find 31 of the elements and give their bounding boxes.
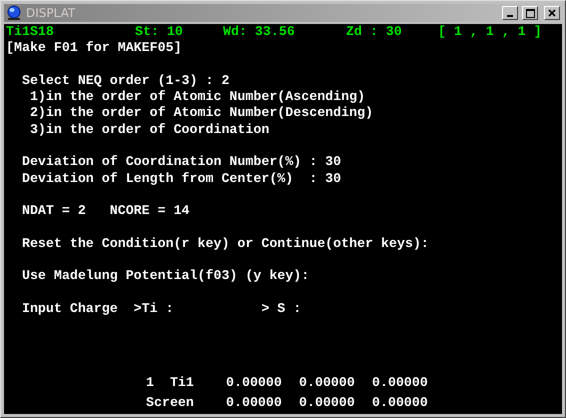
console-line: 1)in the order of Atomic Number(Ascending) (28, 89, 366, 106)
console-line: Select NEQ order (1-3) : 2 (20, 72, 230, 90)
globe-icon (6, 5, 22, 21)
table-cell-text: 0.00000 (372, 375, 429, 392)
window-title: DISPLAT (26, 6, 76, 20)
table-cell-text: 0.00000 (372, 394, 429, 411)
index-value: [ 1 , 1 , 1 ] (438, 24, 543, 40)
wd-value: Wd: 33.56 (223, 24, 296, 40)
table-cell-text: Screen (146, 394, 195, 411)
maximize-icon (526, 8, 534, 18)
console-line: Deviation of Length from Center(%) : 30 (20, 170, 342, 187)
table-cell-text: 0.00000 (299, 375, 356, 392)
zd-value: Zd : 30 (346, 24, 403, 40)
console-line: 2)in the order of Atomic Number(Descending) (28, 105, 374, 122)
close-icon (548, 9, 556, 17)
minimize-button[interactable] (502, 6, 518, 20)
header-text: [Make F01 for MAKEF05] (6, 40, 183, 57)
st-value: St: 10 (135, 24, 184, 40)
console-line: NDAT = 2 NCORE = 14 (20, 203, 191, 220)
console-line: Use Madelung Potential(f03) (y key): (20, 268, 310, 285)
table-cell-text: 1 Ti1 (146, 375, 195, 392)
table-cell-text: 0.00000 (226, 394, 283, 411)
maximize-button[interactable] (522, 6, 538, 20)
console-line: Reset the Condition(r key) or Continue(other keys): (20, 236, 430, 252)
structure-label: Ti1S18 (6, 24, 55, 40)
close-button[interactable] (544, 6, 560, 20)
console-line: 3)in the order of Coordination (28, 122, 270, 138)
console-line: Input Charge >Ti : > S : (20, 301, 302, 318)
console-line: Deviation of Coordination Number(%) : 30 (20, 154, 342, 171)
table-cell-text: 0.00000 (226, 375, 283, 392)
table-cell-text: 0.00000 (299, 394, 356, 411)
